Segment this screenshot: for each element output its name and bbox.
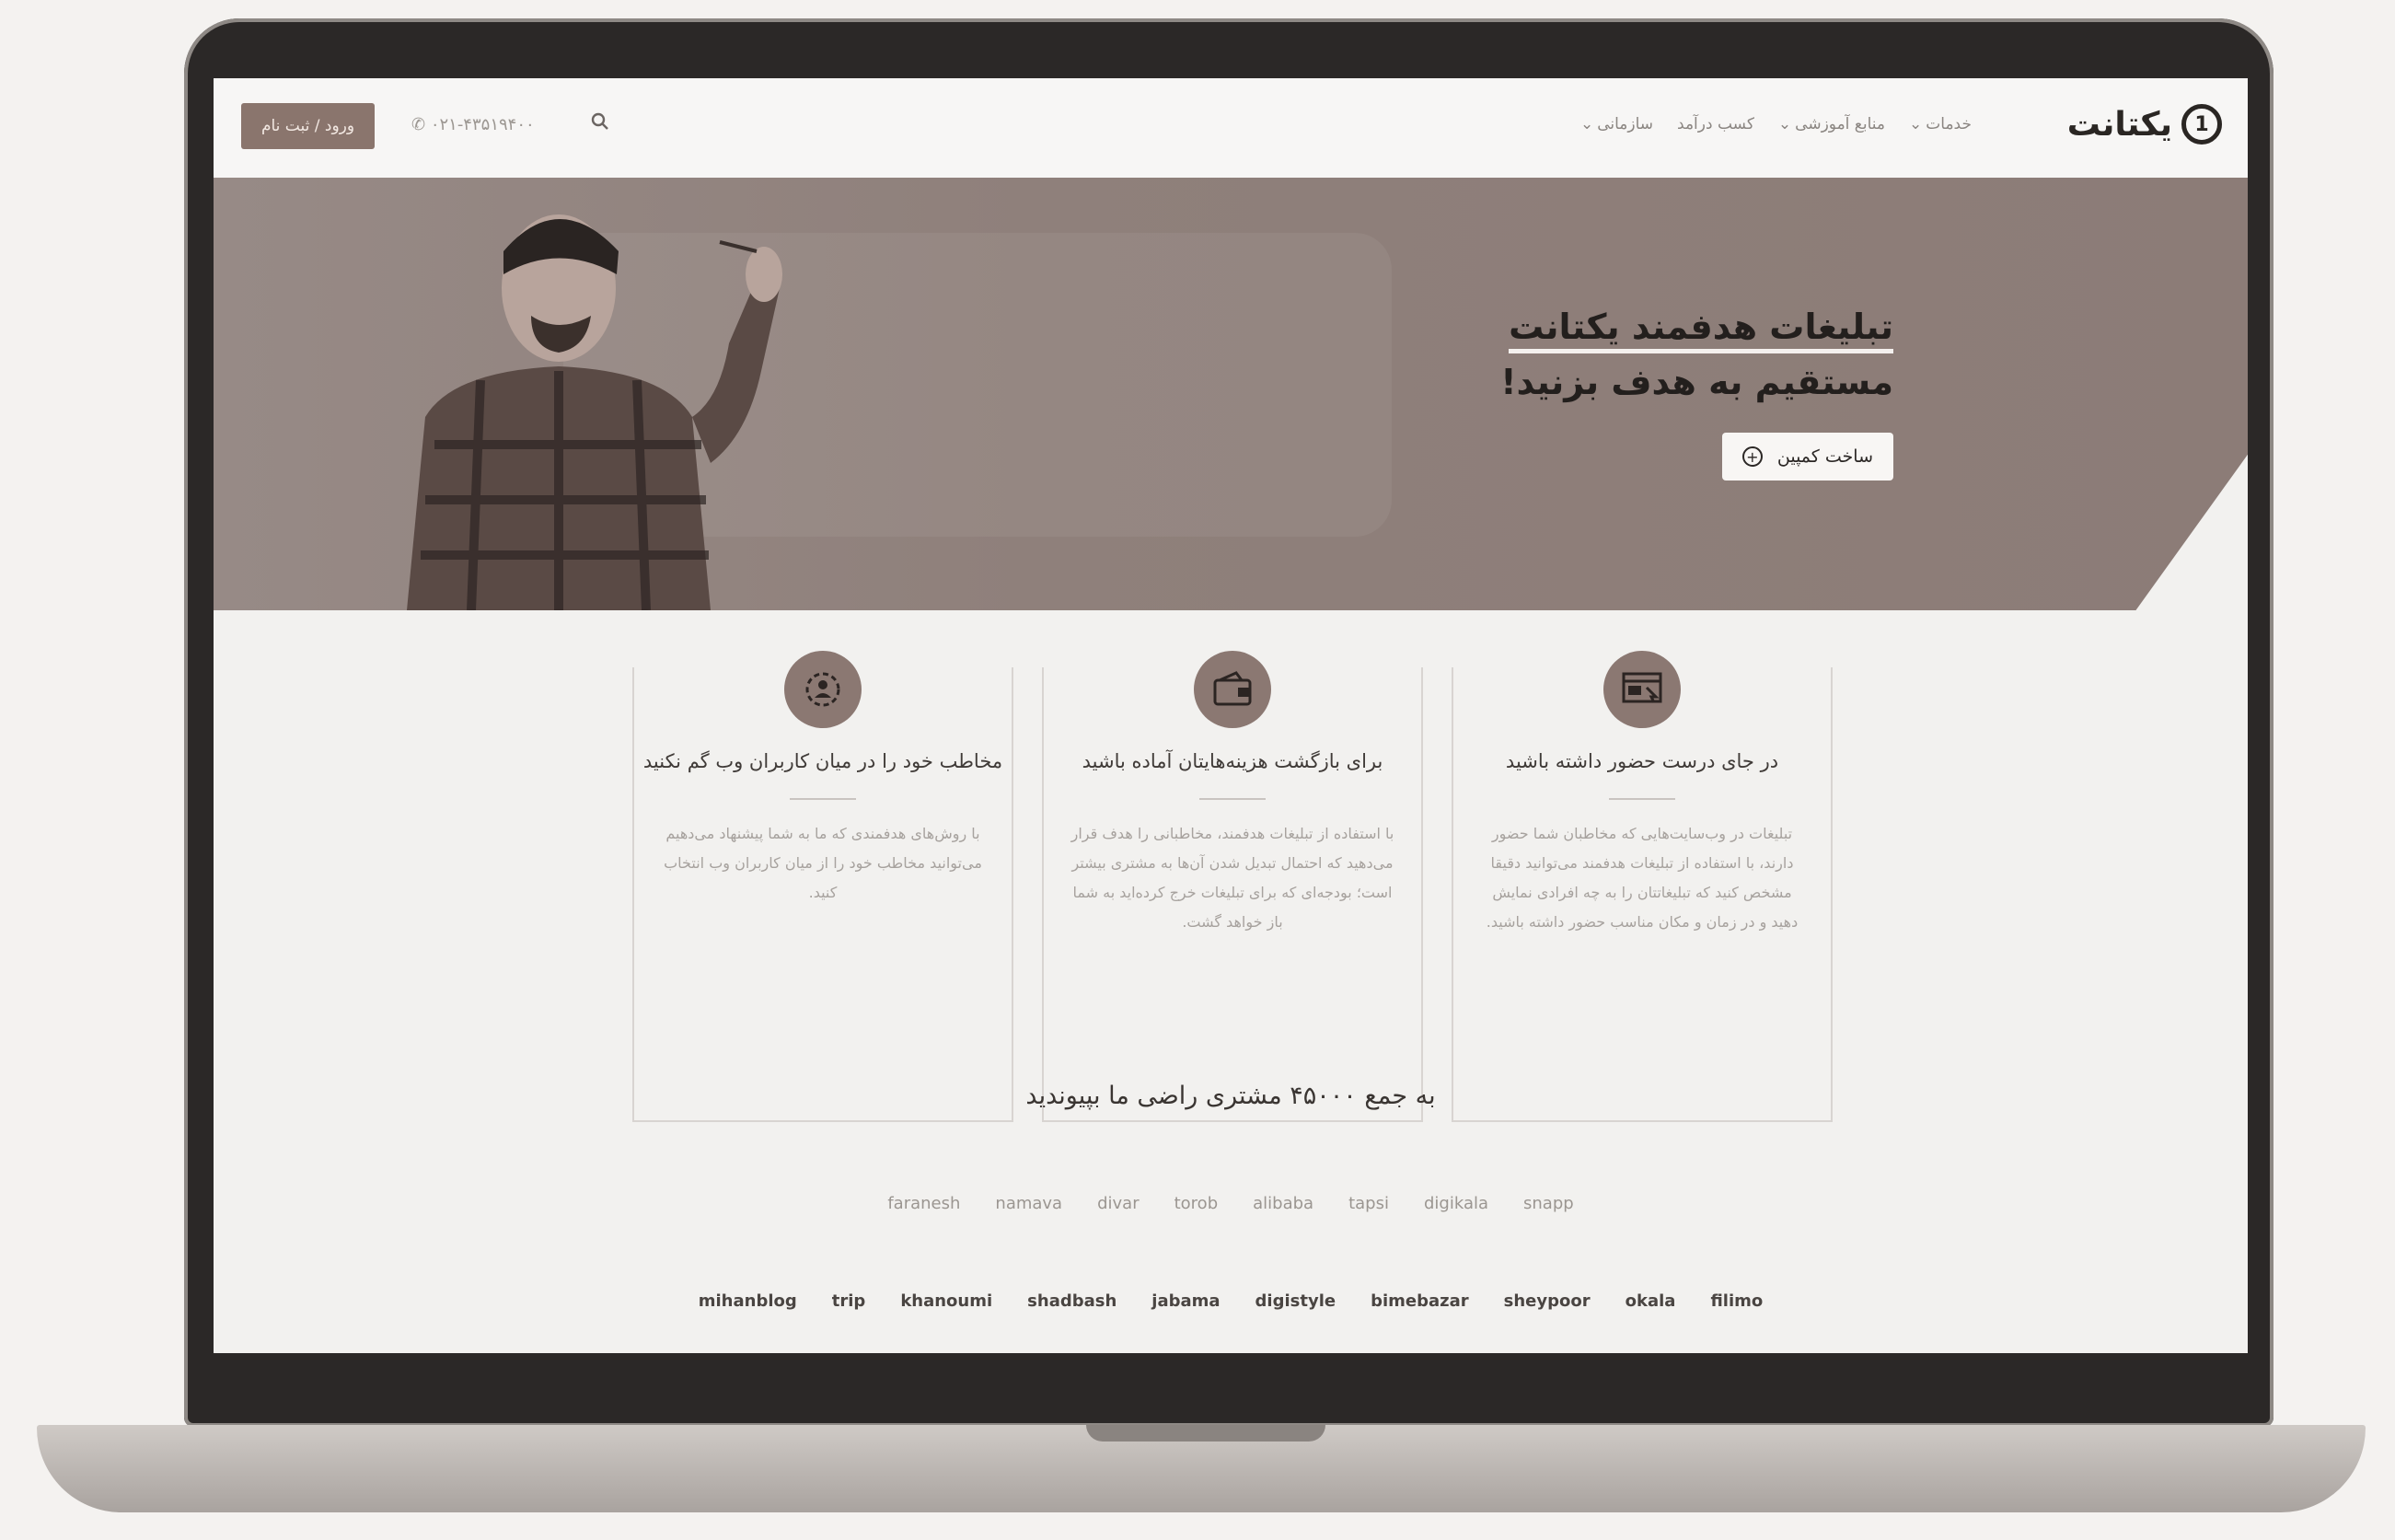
customer-logo: mihanblog [698,1291,797,1311]
customer-logo: namava [995,1194,1063,1213]
nav-label: خدمات [1926,115,1972,133]
customer-logo: torob [1174,1194,1219,1213]
customer-logo: jabama [1151,1291,1221,1311]
site-logo[interactable]: 1 یکتانت [2067,104,2222,145]
browser-screen: 1 یکتانت خدمات ⌄ منابع آموزشی ⌄ کسب درآم… [214,78,2248,1353]
divider [1199,798,1266,800]
feature-text: تبلیغات در وب‌سایت‌هایی که مخاطبان شما ح… [1486,825,1799,931]
customer-logo: tapsi [1348,1194,1389,1213]
divider [790,798,856,800]
feature-card: در جای درست حضور داشته باشید تبلیغات در … [1452,651,1833,1122]
nav-label: کسب درآمد [1677,115,1754,133]
customer-logos-row-1: snapp digikala tapsi alibaba torob divar… [214,1194,2248,1213]
chevron-down-icon: ⌄ [1909,115,1923,133]
feature-title: مخاطب خود را در میان کاربران وب گم نکنید [642,750,1003,772]
feature-text: با روش‌های هدفمندی که ما به شما پیشنهاد … [664,825,982,901]
customer-logos-row-2: filimo okala sheypoor bimebazar digistyl… [214,1291,2248,1311]
nav-item-enterprise[interactable]: سازمانی ⌄ [1580,115,1653,133]
customer-logo: alibaba [1253,1194,1314,1213]
laptop-notch [1086,1425,1325,1442]
customer-logo: digikala [1423,1194,1489,1213]
customer-logo: filimo [1710,1291,1764,1311]
audience-icon [784,651,862,728]
hero-banner: تبلیغات هدفمند یکتانت مستقیم به هدف بزنی… [214,178,2248,610]
hero-subtitle: مستقیم به هدف بزنید! [1500,362,1893,402]
feature-card: برای بازگشت هزینه‌هایتان آماده باشید با … [1042,651,1423,1122]
customer-logo: bimebazar [1371,1291,1469,1311]
customer-logo: snapp [1523,1194,1574,1213]
feature-card: مخاطب خود را در میان کاربران وب گم نکنید… [632,651,1013,1122]
feature-cards: در جای درست حضور داشته باشید تبلیغات در … [632,651,1833,1128]
customer-logo: faranesh [887,1194,961,1213]
search-icon[interactable] [591,112,609,131]
feature-text: با استفاده از تبلیغات هدفمند، مخاطبانی ر… [1070,825,1394,931]
plus-circle-icon: + [1741,446,1763,467]
logo-mark-icon: 1 [2181,104,2222,145]
feature-title: برای بازگشت هزینه‌هایتان آماده باشید [1082,750,1383,772]
customer-logo: khanoumi [900,1291,993,1311]
divider [1609,798,1675,800]
nav-item-services[interactable]: خدمات ⌄ [1909,115,1972,133]
site-header: 1 یکتانت خدمات ⌄ منابع آموزشی ⌄ کسب درآم… [214,78,2248,178]
create-campaign-button[interactable]: ساخت کمپین + [1721,433,1893,481]
main-nav: خدمات ⌄ منابع آموزشی ⌄ کسب درآمد سازمانی… [1580,115,1972,133]
nav-item-resources[interactable]: منابع آموزشی ⌄ [1778,115,1885,133]
nav-item-earn[interactable]: کسب درآمد [1677,115,1754,133]
phone-number[interactable]: ✆ ۰۲۱-۴۳۵۱۹۴۰۰ [411,115,535,134]
phone-icon: ✆ [411,115,431,134]
chevron-down-icon: ⌄ [1777,115,1792,133]
phone-text: ۰۲۱-۴۳۵۱۹۴۰۰ [430,115,535,134]
customer-logo: shadbash [1027,1291,1117,1311]
customer-logo: sheypoor [1503,1291,1591,1311]
wallet-icon [1194,651,1271,728]
customers-title: به جمع ۴۵۰۰۰ مشتری راضی ما بپیوندید [1025,1082,1436,1110]
customer-logo: digistyle [1255,1291,1336,1311]
chevron-down-icon: ⌄ [1579,115,1594,133]
hero-title: تبلیغات هدفمند یکتانت [1509,307,1893,353]
customer-logo: okala [1625,1291,1676,1311]
nav-label: منابع آموزشی [1795,115,1886,133]
website-target-icon [1603,651,1681,728]
customer-logo: divar [1097,1194,1140,1213]
feature-title: در جای درست حضور داشته باشید [1505,750,1779,772]
nav-label: سازمانی [1597,115,1654,133]
cta-label: ساخت کمپین [1776,446,1873,467]
customer-logo: trip [831,1291,866,1311]
login-button[interactable]: ورود / ثبت نام [241,103,375,149]
hero-person-image [407,214,782,610]
logo-text: یکتانت [2066,105,2172,144]
